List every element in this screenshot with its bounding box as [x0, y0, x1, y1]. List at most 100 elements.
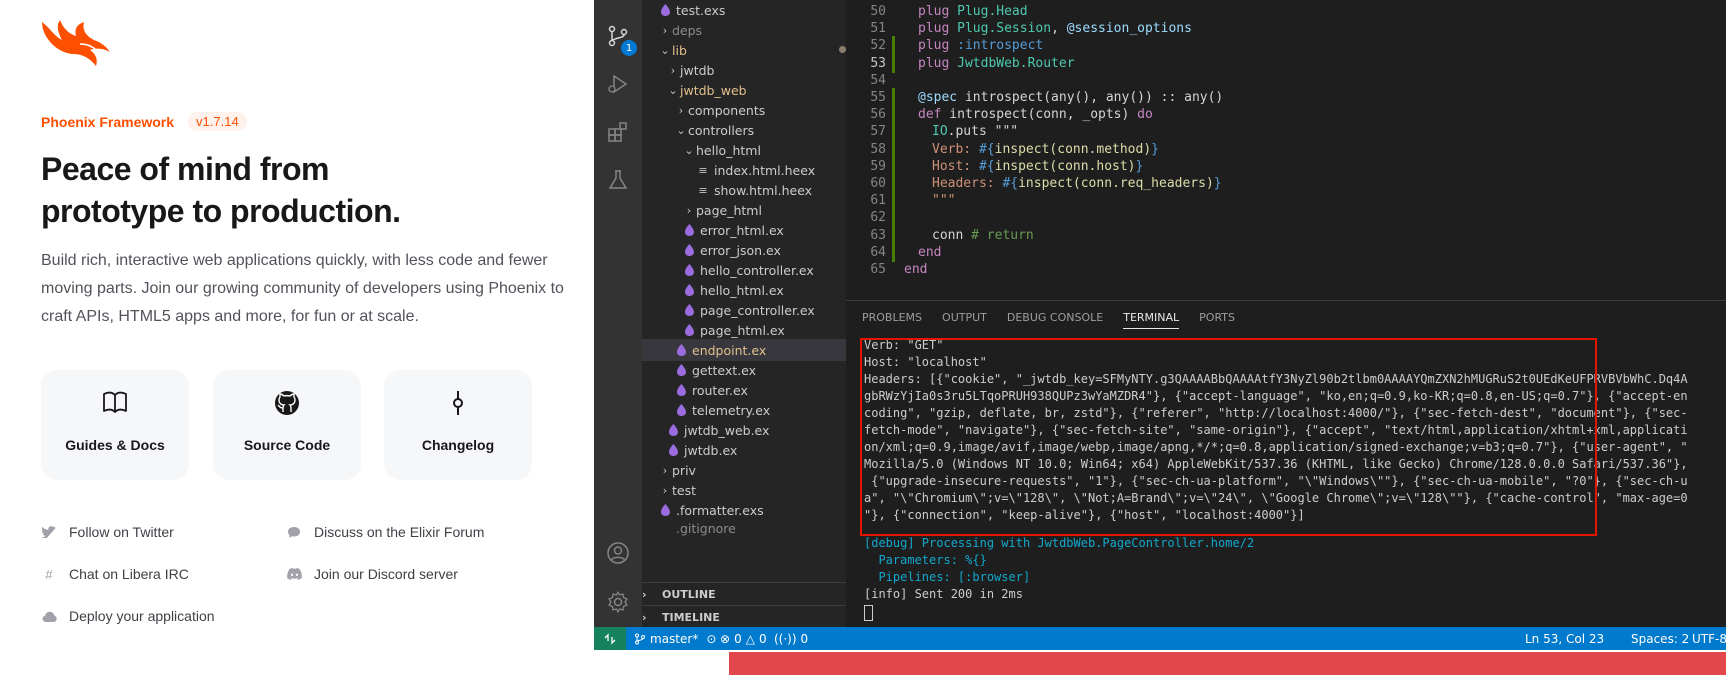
code-line[interactable]: 54 [846, 71, 1726, 90]
source-code-card[interactable]: Source Code [213, 370, 361, 480]
explorer-item-jwtdb-web-ex[interactable]: jwtdb_web.ex [642, 419, 846, 441]
explorer-item-deps[interactable]: › deps [642, 19, 846, 41]
line-number: 65 [870, 262, 886, 277]
code-line[interactable]: 63 conn # return [846, 225, 1726, 245]
chat-bubble-icon [286, 524, 302, 540]
explorer-item-hello-html[interactable]: ⌄ hello_html [642, 139, 846, 161]
link-label: Discuss on the Elixir Forum [314, 524, 485, 540]
git-change-gutter [892, 53, 895, 73]
code-text: end [904, 262, 928, 277]
ports-count: 0 [800, 631, 809, 646]
explorer-item-jwtdb-web[interactable]: ⌄ jwtdb_web [642, 79, 846, 101]
terminal-line: Verb: "GET" [864, 338, 944, 352]
indentation-status[interactable]: Spaces: 2 [1631, 627, 1689, 650]
cursor-position[interactable]: Ln 53, Col 23 [1525, 627, 1604, 650]
explorer-item-error-json[interactable]: error_json.ex [642, 239, 846, 261]
explorer-item-page-html[interactable]: › page_html [642, 199, 846, 221]
commit-icon [384, 390, 532, 418]
outline-section[interactable]: › OUTLINE [642, 582, 846, 605]
explorer-item-jwtdb-ex[interactable]: jwtdb.ex [642, 439, 846, 461]
guides-docs-card[interactable]: Guides & Docs [41, 370, 189, 480]
git-change-gutter [892, 88, 895, 107]
explorer-item-page-controller[interactable]: page_controller.ex [642, 299, 846, 321]
terminal-line: Host: "localhost" [864, 355, 987, 369]
tab-terminal[interactable]: TERMINAL [1123, 311, 1180, 329]
discord-link[interactable]: Join our Discord server [286, 566, 458, 582]
explorer-item-gitignore[interactable]: .gitignore [642, 517, 846, 539]
code-line[interactable]: 55 @spec introspect(any(), any()) :: any(… [846, 88, 1726, 107]
explorer-item-gettext[interactable]: gettext.ex [642, 359, 846, 381]
terminal[interactable]: Verb: "GET" Host: "localhost" Headers: [{"… [864, 337, 1724, 621]
code-editor[interactable]: 50 plug Plug.Head 51 plug Plug.Session, @se… [846, 0, 1726, 300]
terminal-info-line: [info] Sent 200 in 2ms [864, 587, 1023, 601]
explorer-item-label: jwtdb_web [680, 82, 747, 98]
link-label: Follow on Twitter [69, 524, 174, 540]
explorer-item-telemetry[interactable]: telemetry.ex [642, 399, 846, 421]
explorer-item-page-html-ex[interactable]: page_html.ex [642, 319, 846, 341]
problems-status[interactable]: ⊗ 0 △ 0 [720, 627, 767, 650]
code-line[interactable]: 53 plug JwtdbWeb.Router [846, 53, 1726, 73]
elixir-forum-link[interactable]: Discuss on the Elixir Forum [286, 524, 484, 540]
explorer-item-priv[interactable]: › priv [642, 459, 846, 481]
explorer-item-jwtdb[interactable]: › jwtdb [642, 59, 846, 81]
tab-problems[interactable]: PROBLEMS [862, 311, 922, 329]
elixir-file-icon [682, 284, 696, 296]
github-icon [213, 390, 361, 418]
code-text: plug Plug.Head [918, 4, 1028, 19]
tab-output[interactable]: OUTPUT [942, 311, 987, 329]
tab-debug-console[interactable]: DEBUG CONSOLE [1007, 311, 1103, 329]
twitter-link[interactable]: Follow on Twitter [41, 524, 174, 540]
explorer-item-hello-controller[interactable]: hello_controller.ex [642, 259, 846, 281]
line-number: 53 [870, 55, 886, 71]
code-line[interactable]: 50 plug Plug.Head [846, 2, 1726, 21]
deploy-link[interactable]: Deploy your application [41, 608, 215, 624]
testing-flask-icon[interactable] [594, 158, 642, 202]
remote-indicator-icon[interactable] [594, 627, 626, 650]
code-line[interactable]: 51 plug Plug.Session, @session_options [846, 19, 1726, 38]
bottom-panel: PROBLEMS OUTPUT DEBUG CONSOLE TERMINAL P… [846, 300, 1726, 628]
elixir-file-icon [674, 364, 688, 376]
encoding-status[interactable]: UTF-8 [1692, 627, 1726, 650]
changelog-card[interactable]: Changelog [384, 370, 532, 480]
explorer-item-lib[interactable]: ⌄ lib [642, 39, 846, 61]
code-line[interactable]: 60 Headers: #{inspect(conn.req_headers)} [846, 174, 1726, 193]
run-debug-icon[interactable] [594, 62, 642, 106]
code-line[interactable]: 57 IO.puts """ [846, 122, 1726, 142]
code-line[interactable]: 62 [846, 208, 1726, 228]
line-number: 60 [870, 176, 886, 191]
code-text: Verb: #{inspect(conn.method)} [932, 141, 1159, 157]
explorer-item-show-heex[interactable]: ≡ show.html.heex [642, 179, 846, 201]
explorer-item-hello-html-ex[interactable]: hello_html.ex [642, 279, 846, 301]
explorer-item-endpoint[interactable]: endpoint.exM [642, 339, 846, 361]
phoenix-logo[interactable] [40, 18, 112, 73]
line-number: 54 [870, 72, 886, 88]
git-branch-icon [635, 633, 645, 644]
branch-status[interactable]: master* ⊙ [634, 627, 716, 650]
account-icon[interactable] [594, 531, 642, 575]
terminal-line: {"upgrade-insecure-requests", "1"}, {"se… [864, 474, 1688, 488]
code-line[interactable]: 61 """ [846, 191, 1726, 211]
ports-status[interactable]: ((·)) 0 [774, 627, 808, 650]
line-number: 52 [870, 38, 886, 54]
explorer-item-router[interactable]: router.ex [642, 379, 846, 401]
timeline-section[interactable]: › TIMELINE [642, 605, 846, 627]
explorer-item-label: error_json.ex [700, 242, 781, 258]
chevron-right-icon: › [662, 463, 668, 477]
explorer-item-test[interactable]: › test [642, 479, 846, 501]
extensions-icon[interactable] [594, 110, 642, 154]
code-line[interactable]: 52 plug :introspect [846, 36, 1726, 56]
code-line[interactable]: 65 end [846, 260, 1726, 279]
explorer-item-error-html[interactable]: error_html.ex [642, 219, 846, 241]
tab-ports[interactable]: PORTS [1199, 311, 1235, 329]
code-line[interactable]: 64 end [846, 242, 1726, 262]
code-line[interactable]: 59 Host: #{inspect(conn.host)} [846, 156, 1726, 176]
explorer-item-index-heex[interactable]: ≡ index.html.heex [642, 159, 846, 181]
code-line[interactable]: 58 Verb: #{inspect(conn.method)} [846, 139, 1726, 159]
terminal-debug-line: [debug] Processing with JwtdbWeb.PageCon… [864, 536, 1255, 550]
explorer-item-controllers[interactable]: ⌄ controllers [642, 119, 846, 141]
explorer-item-components[interactable]: › components [642, 99, 846, 121]
libera-irc-link[interactable]: # Chat on Libera IRC [41, 566, 188, 582]
code-line[interactable]: 56 def introspect(conn, _opts) do [846, 105, 1726, 125]
explorer-item-test-exs[interactable]: test.exs [642, 0, 846, 21]
gear-icon[interactable] [594, 580, 642, 624]
